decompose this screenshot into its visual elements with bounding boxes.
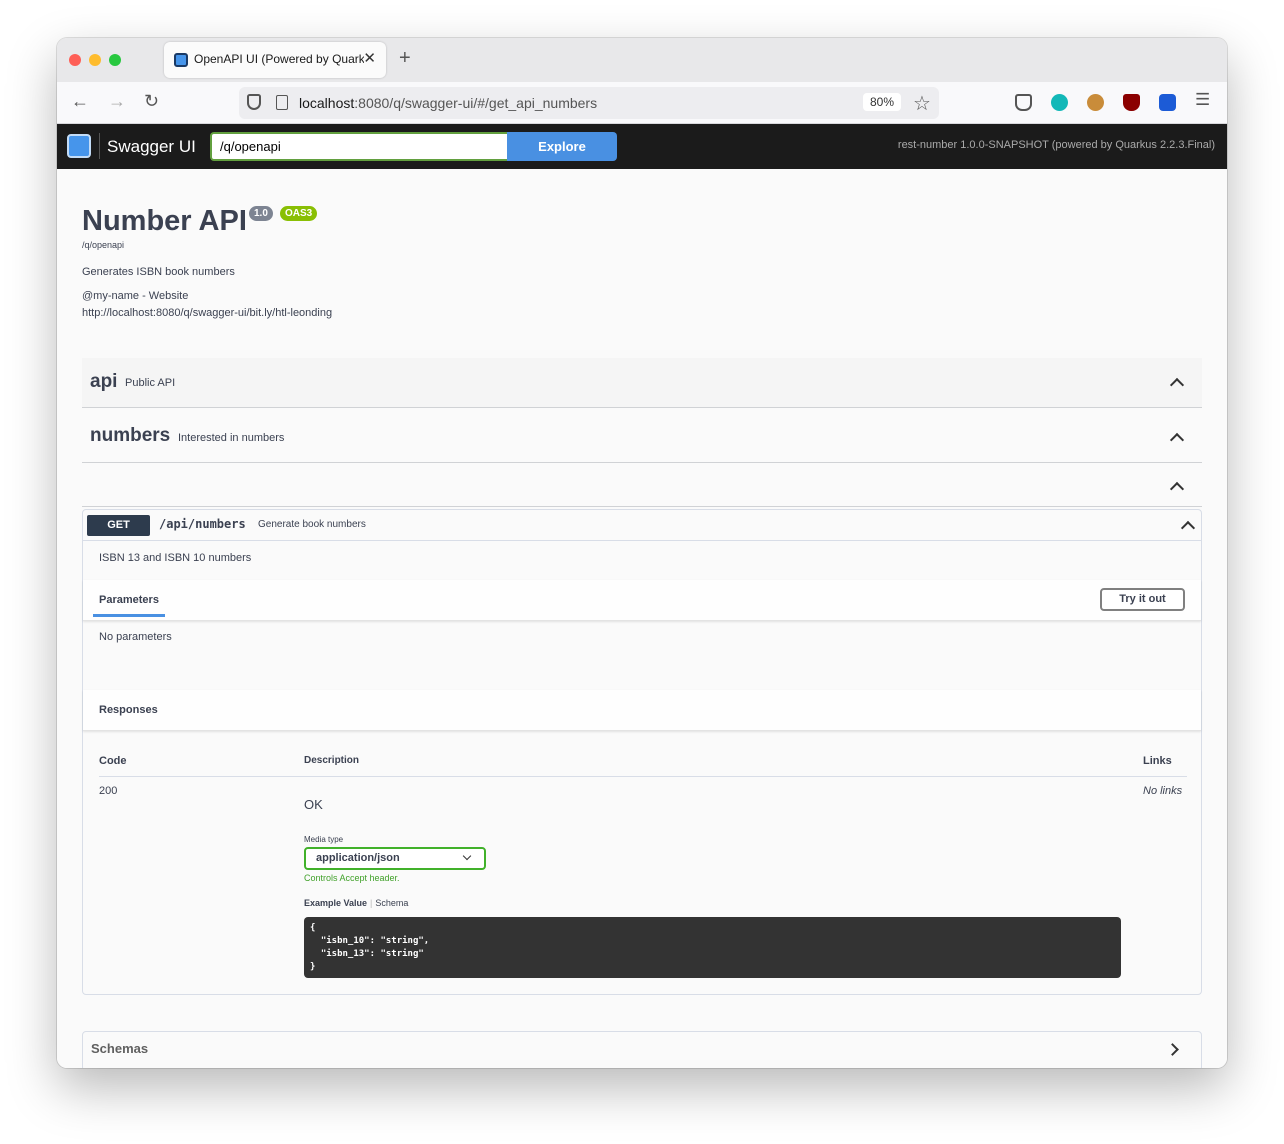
new-tab-icon[interactable]: + bbox=[399, 47, 411, 70]
brand-name: Swagger UI bbox=[107, 137, 196, 156]
operation-block: GET /api/numbers Generate book numbers I… bbox=[82, 509, 1202, 995]
api-description: Generates ISBN book numbers bbox=[82, 266, 235, 278]
close-window-button[interactable] bbox=[69, 54, 81, 66]
swagger-logo-icon bbox=[67, 134, 91, 158]
back-arrow-icon[interactable]: ← bbox=[71, 91, 89, 112]
tag-name: api bbox=[90, 371, 118, 392]
column-header-code: Code bbox=[99, 755, 127, 767]
page-icon[interactable] bbox=[276, 95, 288, 110]
logo-divider bbox=[99, 133, 100, 159]
chevron-up-icon[interactable] bbox=[1169, 432, 1185, 448]
chevron-up-icon[interactable] bbox=[1169, 481, 1185, 497]
extension-bird-icon[interactable] bbox=[1087, 94, 1104, 111]
operation-summary[interactable]: GET /api/numbers Generate book numbers bbox=[83, 510, 1201, 541]
pocket-icon[interactable] bbox=[1015, 94, 1032, 111]
tag-name: numbers bbox=[90, 425, 171, 446]
close-icon[interactable]: ✕ bbox=[363, 49, 376, 67]
reload-icon[interactable]: ↻ bbox=[144, 91, 159, 112]
responses-title: Responses bbox=[99, 704, 158, 716]
version-info: rest-number 1.0.0-SNAPSHOT (powered by Q… bbox=[897, 139, 1215, 151]
oas-badge: OAS3 bbox=[280, 206, 318, 221]
tag-section-numbers[interactable]: numbers Interested in numbers bbox=[82, 409, 1202, 463]
schemas-section[interactable]: Schemas bbox=[82, 1031, 1202, 1068]
extension-m-icon[interactable] bbox=[1051, 94, 1068, 111]
chevron-up-icon[interactable] bbox=[1169, 377, 1185, 393]
spec-url-input[interactable] bbox=[210, 132, 507, 161]
browser-tab[interactable]: OpenAPI UI (Powered by Quarkus ✕ bbox=[164, 42, 386, 78]
default-section[interactable] bbox=[82, 464, 1202, 507]
operation-description: ISBN 13 and ISBN 10 numbers bbox=[99, 552, 252, 564]
chevron-right-icon[interactable] bbox=[1166, 1043, 1179, 1056]
chevron-down-icon bbox=[462, 851, 472, 861]
api-title: Number API bbox=[82, 205, 247, 237]
responses-header: Responses bbox=[83, 690, 1201, 731]
maximize-window-button[interactable] bbox=[109, 54, 121, 66]
parameters-header: Parameters Try it out bbox=[83, 580, 1201, 621]
contact-link[interactable]: @my-name - Website bbox=[82, 290, 188, 302]
forward-arrow-icon[interactable]: → bbox=[108, 91, 126, 112]
quarkus-favicon-icon bbox=[174, 53, 188, 67]
swagger-content: Number API 1.0 OAS3 /q/openapi Generates… bbox=[57, 169, 1227, 1068]
divider bbox=[99, 776, 1187, 777]
response-links: No links bbox=[1143, 785, 1183, 797]
media-type-hint: Controls Accept header. bbox=[304, 873, 400, 883]
example-tabs: Example Value | Schema bbox=[304, 898, 408, 908]
version-badge: 1.0 bbox=[249, 206, 273, 221]
external-link[interactable]: http://localhost:8080/q/swagger-ui/bit.l… bbox=[82, 307, 332, 319]
bookmark-star-icon[interactable]: ☆ bbox=[913, 91, 931, 116]
media-type-label: Media type bbox=[304, 835, 344, 844]
method-badge: GET bbox=[87, 515, 150, 536]
example-code-block: { "isbn_10": "string", "isbn_13": "strin… bbox=[304, 917, 1121, 978]
tag-description: Interested in numbers bbox=[178, 432, 285, 444]
spec-link[interactable]: /q/openapi bbox=[82, 240, 124, 250]
response-code: 200 bbox=[99, 785, 118, 797]
media-type-value: application/json bbox=[316, 852, 400, 864]
tab-separator: | bbox=[370, 898, 373, 908]
response-description: OK bbox=[304, 797, 323, 812]
operation-summary-text: Generate book numbers bbox=[258, 519, 366, 530]
tab-parameters[interactable]: Parameters bbox=[99, 594, 159, 606]
tag-section-api[interactable]: api Public API bbox=[82, 358, 1202, 408]
hamburger-menu-icon[interactable]: ☰ bbox=[1195, 90, 1210, 110]
tag-description: Public API bbox=[125, 377, 176, 389]
nav-bar: ← → ↻ localhost:8080/q/swagger-ui/#/get_… bbox=[57, 82, 1227, 124]
operation-path: /api/numbers bbox=[159, 517, 246, 531]
column-header-links: Links bbox=[1143, 755, 1172, 767]
tab-title: OpenAPI UI (Powered by Quarkus bbox=[194, 52, 364, 66]
media-type-select[interactable]: application/json bbox=[304, 847, 486, 870]
no-parameters-text: No parameters bbox=[99, 631, 172, 643]
shield-icon[interactable] bbox=[247, 94, 261, 110]
ublock-icon[interactable] bbox=[1123, 94, 1140, 111]
swagger-topbar: Swagger UI Explore rest-number 1.0.0-SNA… bbox=[57, 124, 1227, 169]
browser-window: OpenAPI UI (Powered by Quarkus ✕ + ← → ↻… bbox=[57, 38, 1227, 1068]
extension-blue-icon[interactable] bbox=[1159, 94, 1176, 111]
url-bar[interactable]: localhost:8080/q/swagger-ui/#/get_api_nu… bbox=[239, 87, 939, 119]
url-text[interactable]: localhost:8080/q/swagger-ui/#/get_api_nu… bbox=[299, 95, 597, 111]
explore-button[interactable]: Explore bbox=[507, 132, 617, 161]
tab-example-value[interactable]: Example Value bbox=[304, 898, 367, 908]
zoom-level[interactable]: 80% bbox=[863, 93, 902, 111]
column-header-description: Description bbox=[304, 755, 360, 766]
try-it-out-button[interactable]: Try it out bbox=[1100, 588, 1185, 611]
chevron-up-icon[interactable] bbox=[1180, 520, 1196, 536]
schemas-title: Schemas bbox=[91, 1041, 149, 1056]
minimize-window-button[interactable] bbox=[89, 54, 101, 66]
tab-underline bbox=[93, 614, 165, 617]
tab-schema[interactable]: Schema bbox=[375, 898, 408, 908]
tab-strip: OpenAPI UI (Powered by Quarkus ✕ + bbox=[57, 38, 1227, 82]
